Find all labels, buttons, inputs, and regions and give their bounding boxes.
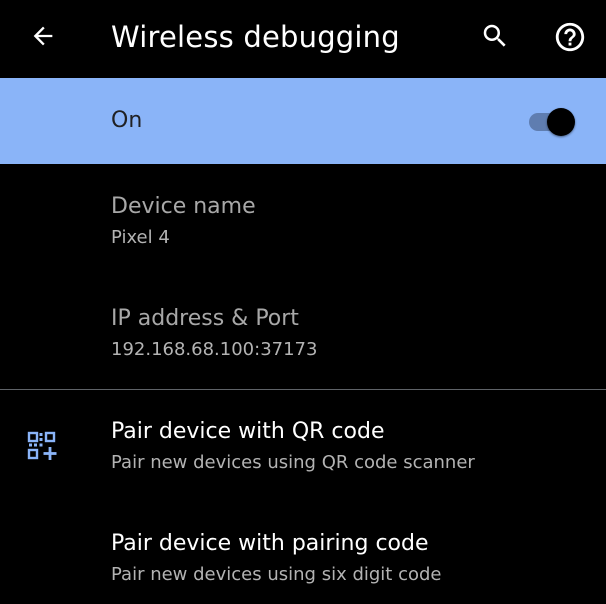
app-bar: Wireless debugging [0,0,606,78]
search-button[interactable] [476,17,514,55]
qr-code-scanner-icon [27,431,57,460]
help-icon [555,22,585,52]
device-name-value: Pixel 4 [111,227,170,248]
ip-address-title: IP address & Port [111,306,299,331]
ip-address-row: IP address & Port 192.168.68.100:37173 [0,276,606,389]
page-title: Wireless debugging [111,20,400,54]
ip-address-value: 192.168.68.100:37173 [111,339,318,360]
pair-qr-code-row[interactable]: Pair device with QR code Pair new device… [0,390,606,502]
arrow-back-icon [33,26,53,46]
device-name-title: Device name [111,194,256,219]
device-name-row: Device name Pixel 4 [0,164,606,276]
main-switch-bar[interactable]: On [0,78,606,164]
back-button[interactable] [24,17,62,55]
pair-pairing-code-summary: Pair new devices using six digit code [111,564,442,585]
pair-qr-code-title: Pair device with QR code [111,419,385,444]
pair-qr-code-summary: Pair new devices using QR code scanner [111,452,475,473]
search-icon [483,24,506,47]
pair-pairing-code-title: Pair device with pairing code [111,531,429,556]
pair-pairing-code-row[interactable]: Pair device with pairing code Pair new d… [0,502,606,604]
main-switch-label: On [111,108,143,133]
help-button[interactable] [550,17,590,57]
main-toggle-switch[interactable] [527,108,579,136]
toggle-thumb [547,108,575,136]
